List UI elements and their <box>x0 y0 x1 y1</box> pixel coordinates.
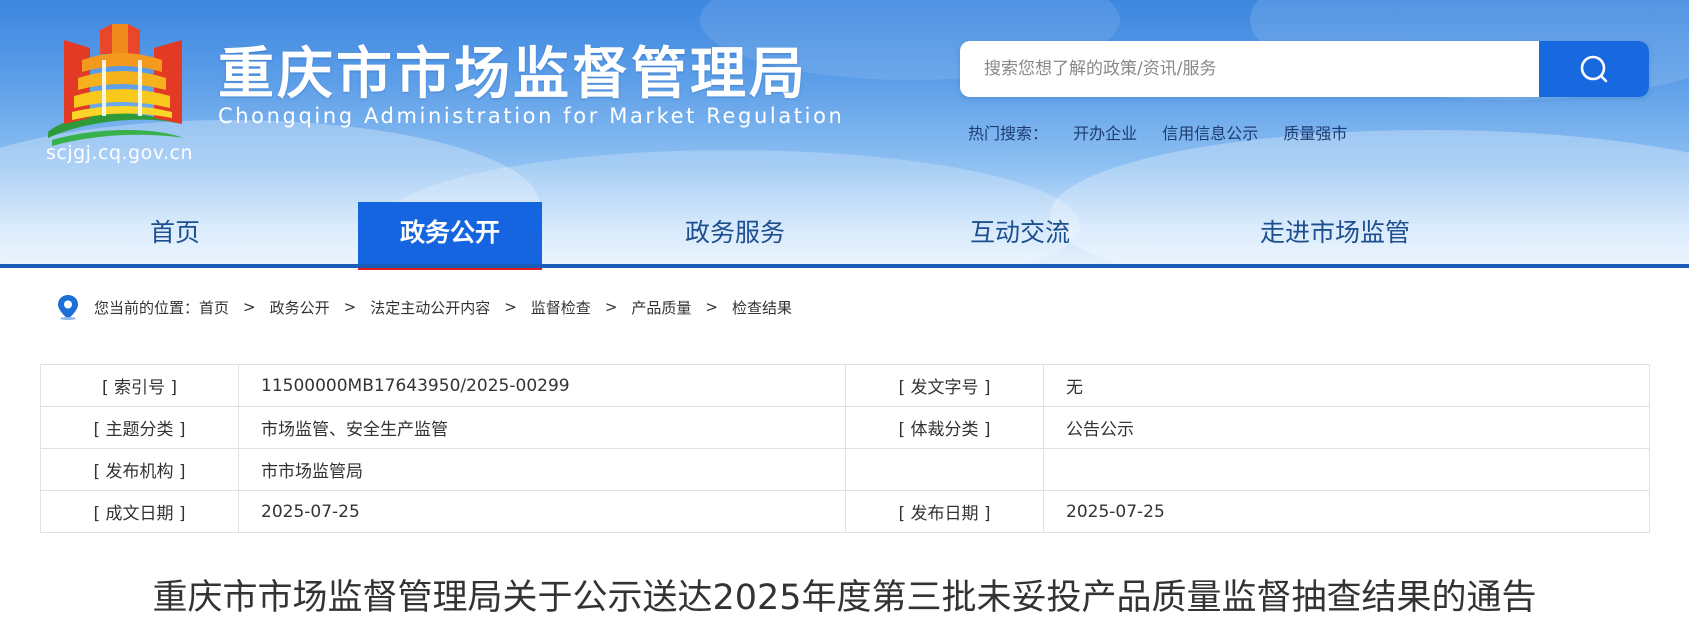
meta-value-topic: 市场监管、安全生产监管 <box>238 406 846 449</box>
main-nav: 首页 政务公开 政务服务 互动交流 走进市场监管 <box>0 202 1689 270</box>
meta-value-genre: 公告公示 <box>1043 406 1650 449</box>
meta-value-publisher: 市市场监管局 <box>238 448 846 491</box>
meta-label: [ 发布机构 ] <box>40 448 239 491</box>
breadcrumb-item[interactable]: 产品质量 <box>631 297 691 318</box>
article-title: 重庆市市场监督管理局关于公示送达2025年度第三批未妥投产品质量监督抽查结果的通… <box>152 578 1537 618</box>
hot-search: 热门搜索： 开办企业 信用信息公示 质量强市 <box>968 120 1347 144</box>
nav-item-services[interactable]: 政务服务 <box>660 202 810 264</box>
table-row: [ 发布机构 ] 市市场监管局 <box>40 448 1650 491</box>
meta-label: [ 发文字号 ] <box>845 364 1044 407</box>
hot-search-item[interactable]: 开办企业 <box>1073 120 1137 144</box>
nav-item-home[interactable]: 首页 <box>100 202 250 264</box>
meta-label: [ 发布日期 ] <box>845 490 1044 533</box>
location-pin-icon <box>58 295 78 320</box>
document-meta-table: [ 索引号 ] 11500000MB17643950/2025-00299 [ … <box>40 364 1650 533</box>
breadcrumb-item-home[interactable]: 首页 <box>199 297 229 318</box>
site-title: 重庆市市场监督管理局 <box>218 42 808 107</box>
breadcrumb: 您当前的位置： 首页 > 政务公开 > 法定主动公开内容 > 监督检查 > 产品… <box>56 294 792 320</box>
nav-item-government-affairs[interactable]: 政务公开 <box>358 202 542 270</box>
hot-search-label: 热门搜索： <box>968 124 1049 143</box>
hot-search-item[interactable]: 质量强市 <box>1283 120 1347 144</box>
meta-value-index: 11500000MB17643950/2025-00299 <box>238 364 846 407</box>
breadcrumb-item[interactable]: 监督检查 <box>531 297 591 318</box>
nav-item-about-regulation[interactable]: 走进市场监管 <box>1235 202 1435 264</box>
meta-label: [ 体裁分类 ] <box>845 406 1044 449</box>
breadcrumb-separator: > <box>504 298 517 316</box>
meta-label: [ 索引号 ] <box>40 364 239 407</box>
meta-empty-cell <box>1043 448 1650 491</box>
site-url: scjgj.cq.gov.cn <box>46 142 194 164</box>
nav-item-interaction[interactable]: 互动交流 <box>945 202 1095 264</box>
hot-search-item[interactable]: 信用信息公示 <box>1162 120 1258 144</box>
search-input[interactable] <box>984 41 1544 97</box>
meta-value-written-date: 2025-07-25 <box>238 490 846 533</box>
meta-label: [ 主题分类 ] <box>40 406 239 449</box>
meta-value-doc-no: 无 <box>1043 364 1650 407</box>
breadcrumb-separator: > <box>604 298 618 316</box>
search-icon <box>1580 55 1608 83</box>
site-subtitle: Chongqing Administration for Market Regu… <box>218 104 845 128</box>
search-button[interactable] <box>1539 41 1649 97</box>
breadcrumb-separator: > <box>705 298 718 316</box>
search-box <box>960 41 1649 97</box>
breadcrumb-item[interactable]: 法定主动公开内容 <box>370 297 490 318</box>
table-row: [ 主题分类 ] 市场监管、安全生产监管 [ 体裁分类 ] 公告公示 <box>40 406 1650 449</box>
meta-value-publish-date: 2025-07-25 <box>1043 490 1650 533</box>
table-row: [ 索引号 ] 11500000MB17643950/2025-00299 [ … <box>40 364 1650 407</box>
meta-label: [ 成文日期 ] <box>40 490 239 533</box>
breadcrumb-separator: > <box>243 298 256 316</box>
nav-divider <box>0 264 1689 268</box>
meta-empty-cell <box>845 448 1044 491</box>
breadcrumb-prefix: 您当前的位置： <box>94 298 200 317</box>
breadcrumb-item[interactable]: 检查结果 <box>732 297 792 318</box>
table-row: [ 成文日期 ] 2025-07-25 [ 发布日期 ] 2025-07-25 <box>40 490 1650 533</box>
breadcrumb-separator: > <box>343 298 357 316</box>
breadcrumb-item[interactable]: 政务公开 <box>270 297 330 318</box>
